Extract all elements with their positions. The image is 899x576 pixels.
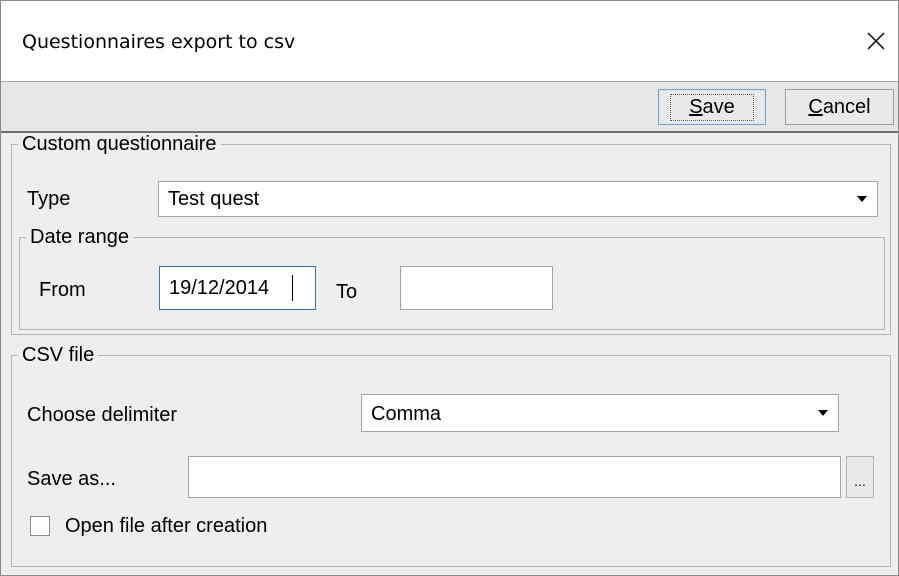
delimiter-select-value: Comma bbox=[371, 403, 442, 425]
window-title: Questionnaires export to csv bbox=[22, 31, 296, 53]
to-date-input[interactable] bbox=[401, 267, 552, 309]
save-as-input[interactable] bbox=[189, 457, 840, 497]
save-button[interactable]: Save bbox=[658, 89, 766, 125]
text-caret bbox=[292, 275, 293, 301]
browse-button-label: ... bbox=[854, 473, 866, 489]
title-bar: Questionnaires export to csv bbox=[1, 1, 898, 81]
chevron-down-icon bbox=[818, 410, 828, 416]
save-as-label: Save as... bbox=[27, 468, 116, 490]
delimiter-label: Choose delimiter bbox=[27, 404, 178, 426]
browse-button[interactable]: ... bbox=[846, 456, 874, 498]
delimiter-dropdown-button[interactable] bbox=[808, 395, 838, 431]
type-label: Type bbox=[27, 188, 71, 210]
csv-file-legend: CSV file bbox=[22, 344, 95, 366]
save-as-field[interactable] bbox=[188, 456, 841, 498]
dialog-window: Questionnaires export to csv Save Cancel… bbox=[0, 0, 899, 576]
close-button[interactable] bbox=[854, 19, 898, 63]
cancel-button-label: Cancel bbox=[808, 95, 871, 118]
custom-questionnaire-legend: Custom questionnaire bbox=[22, 133, 217, 155]
cancel-button[interactable]: Cancel bbox=[785, 89, 894, 125]
to-date-field[interactable] bbox=[400, 266, 553, 310]
delimiter-select[interactable]: Comma bbox=[361, 394, 839, 432]
save-button-label: Save bbox=[670, 93, 754, 121]
type-dropdown-button[interactable] bbox=[847, 182, 877, 216]
from-date-field[interactable] bbox=[159, 266, 316, 310]
date-range-legend: Date range bbox=[30, 226, 129, 248]
close-icon bbox=[867, 32, 885, 50]
open-after-checkbox[interactable] bbox=[30, 516, 50, 536]
type-select[interactable]: Test quest bbox=[158, 181, 878, 217]
chevron-down-icon bbox=[857, 196, 867, 202]
from-label: From bbox=[39, 279, 86, 301]
to-label: To bbox=[336, 281, 358, 303]
open-after-label[interactable]: Open file after creation bbox=[65, 514, 267, 538]
type-select-value: Test quest bbox=[168, 188, 260, 210]
toolbar: Save Cancel bbox=[1, 81, 898, 132]
